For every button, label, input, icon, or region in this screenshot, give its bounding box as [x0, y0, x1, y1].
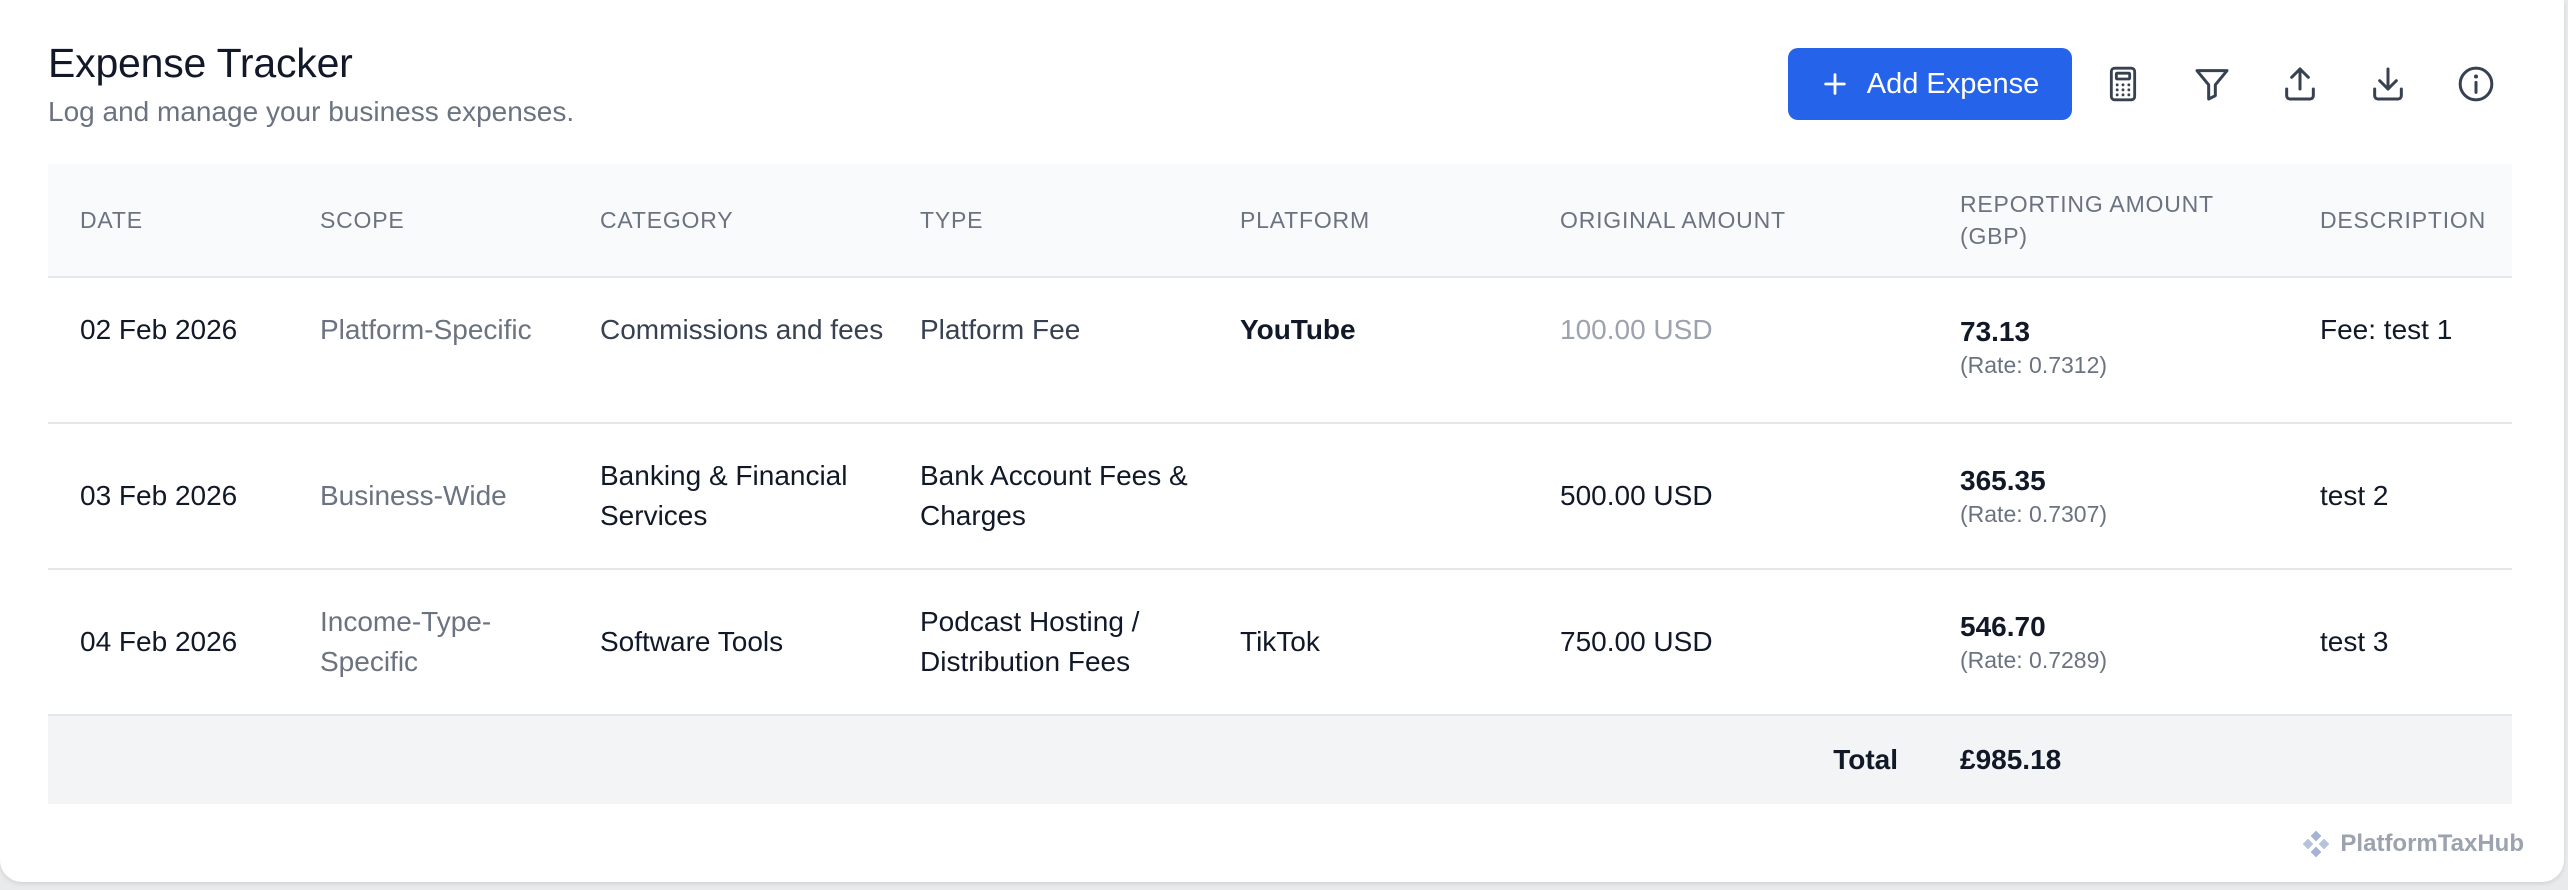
- brand-logo-icon: [2303, 830, 2330, 858]
- calculator-button[interactable]: [2095, 56, 2151, 112]
- cell-description: Fee: test 1: [2320, 314, 2453, 345]
- page-subtitle: Log and manage your business expenses.: [48, 96, 575, 127]
- column-header-type[interactable]: TYPE: [920, 164, 1220, 276]
- calculator-icon: [2109, 66, 2137, 102]
- cell-type: Platform Fee: [920, 314, 1081, 345]
- add-expense-button[interactable]: Add Expense: [1788, 48, 2072, 120]
- cell-platform: TikTok: [1240, 626, 1320, 657]
- filter-button[interactable]: [2184, 56, 2240, 112]
- cell-date: 03 Feb 2026: [80, 480, 238, 511]
- download-button[interactable]: [2360, 56, 2416, 112]
- reporting-amount-value: 365.35: [1960, 465, 2046, 496]
- expense-table: DATE SCOPE CATEGORY TYPE PLATFORM ORIGIN…: [48, 164, 2512, 804]
- column-header-original-amount[interactable]: ORIGINAL AMOUNT: [1560, 164, 1920, 276]
- table-row[interactable]: 03 Feb 2026 Business-Wide Banking & Fina…: [48, 424, 2512, 570]
- cell-date: 02 Feb 2026: [80, 314, 238, 345]
- column-header-category[interactable]: CATEGORY: [600, 164, 900, 276]
- cell-description: test 3: [2320, 626, 2389, 657]
- total-value: £985.18: [1960, 744, 2062, 775]
- cell-scope: Income-Type-Specific: [320, 606, 492, 677]
- cell-original-amount: 100.00 USD: [1560, 314, 1713, 345]
- cell-reporting-amount: 546.70 (Rate: 0.7289): [1960, 570, 2300, 714]
- page-title: Expense Tracker: [48, 40, 353, 86]
- filter-icon: [2195, 69, 2229, 101]
- column-header-reporting-amount[interactable]: REPORTING AMOUNT (GBP): [1960, 164, 2280, 276]
- column-header-platform[interactable]: PLATFORM: [1240, 164, 1540, 276]
- cell-type: Podcast Hosting / Distribution Fees: [920, 606, 1140, 677]
- cell-type: Bank Account Fees & Charges: [920, 460, 1188, 531]
- cell-original-amount: 750.00 USD: [1560, 626, 1713, 657]
- upload-button[interactable]: [2272, 56, 2328, 112]
- info-button[interactable]: [2448, 56, 2504, 112]
- cell-category: Banking & Financial Services: [600, 460, 848, 531]
- cell-scope: Platform-Specific: [320, 314, 532, 345]
- info-icon: [2458, 66, 2494, 102]
- upload-icon: [2285, 67, 2315, 101]
- cell-platform: [1240, 424, 1540, 568]
- reporting-amount-value: 546.70: [1960, 611, 2046, 642]
- column-header-date[interactable]: DATE: [80, 164, 300, 276]
- cell-reporting-amount: 365.35 (Rate: 0.7307): [1960, 424, 2300, 568]
- cell-description: test 2: [2320, 480, 2389, 511]
- cell-category: Commissions and fees: [600, 314, 884, 345]
- download-icon: [2373, 67, 2403, 101]
- reporting-amount-value: 73.13: [1960, 316, 2031, 347]
- brand-name: PlatformTaxHub: [2340, 830, 2524, 857]
- total-label: Total: [1833, 744, 1898, 775]
- table-header: DATE SCOPE CATEGORY TYPE PLATFORM ORIGIN…: [48, 164, 2512, 278]
- add-expense-label: Add Expense: [1866, 67, 2040, 100]
- table-row[interactable]: 04 Feb 2026 Income-Type-Specific Softwar…: [48, 570, 2512, 716]
- table-row[interactable]: 02 Feb 2026 Platform-Specific Commission…: [48, 278, 2512, 424]
- cell-platform: YouTube: [1240, 314, 1356, 345]
- expense-tracker-card: Expense Tracker Log and manage your busi…: [0, 0, 2564, 882]
- column-header-scope[interactable]: SCOPE: [320, 164, 580, 276]
- total-row: Total £985.18: [48, 716, 2512, 804]
- cell-original-amount: 500.00 USD: [1560, 480, 1713, 511]
- plus-icon: [1824, 73, 1846, 95]
- cell-date: 04 Feb 2026: [80, 626, 238, 657]
- exchange-rate: (Rate: 0.7312): [1960, 352, 2108, 378]
- brand-watermark: PlatformTaxHub: [2300, 828, 2524, 860]
- cell-category: Software Tools: [600, 626, 784, 657]
- exchange-rate: (Rate: 0.7289): [1960, 647, 2108, 673]
- exchange-rate: (Rate: 0.7307): [1960, 501, 2108, 527]
- column-header-description[interactable]: DESCRIPTION: [2320, 164, 2510, 276]
- cell-scope: Business-Wide: [320, 480, 507, 511]
- cell-reporting-amount: 73.13 (Rate: 0.7312): [1960, 278, 2300, 380]
